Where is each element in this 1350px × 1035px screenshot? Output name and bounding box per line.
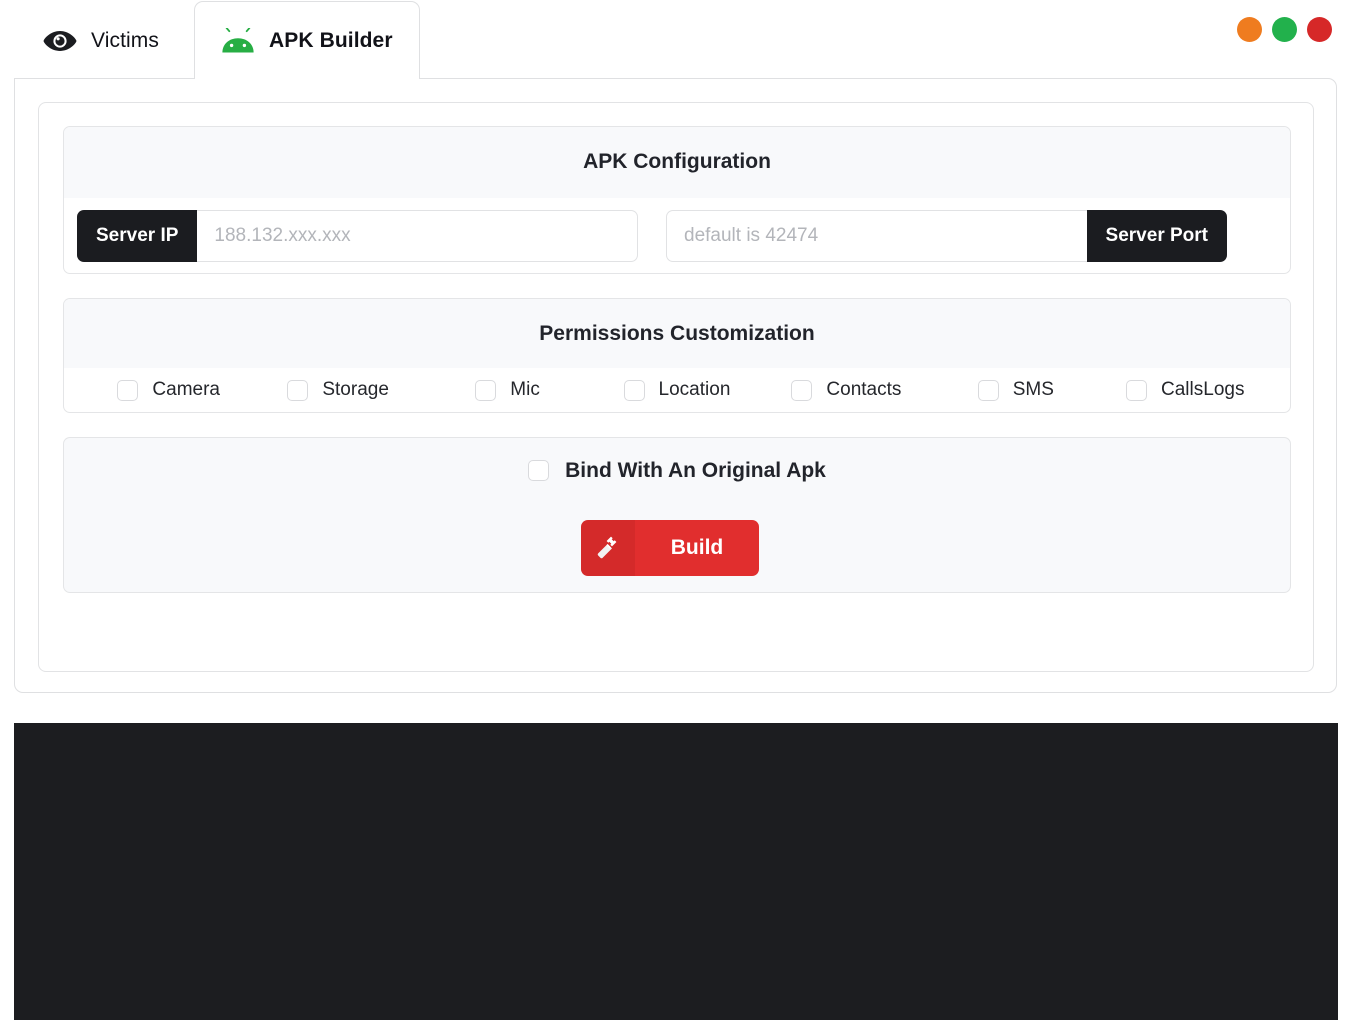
tab-victims[interactable]: Victims (16, 1, 186, 79)
build-row: Build (63, 503, 1291, 593)
permission-mic[interactable]: Mic (423, 379, 592, 401)
permission-mic-checkbox[interactable] (475, 380, 496, 401)
bind-apk-label: Bind With An Original Apk (565, 459, 826, 483)
permission-callslogs-checkbox[interactable] (1126, 380, 1147, 401)
minimize-button[interactable] (1237, 17, 1262, 42)
permission-sms[interactable]: SMS (931, 379, 1100, 401)
server-ip-input[interactable] (197, 210, 638, 262)
build-button[interactable]: Build (581, 520, 760, 576)
permission-sms-label: SMS (1013, 379, 1054, 401)
permission-storage-checkbox[interactable] (287, 380, 308, 401)
permission-callslogs[interactable]: CallsLogs (1101, 379, 1270, 401)
builder-card: APK Configuration Server IP Server Port … (38, 102, 1314, 672)
bind-apk-row: Bind With An Original Apk (64, 438, 1290, 503)
eye-icon (43, 29, 77, 53)
server-ip-group: Server IP (77, 210, 638, 262)
tab-apk-builder[interactable]: APK Builder (194, 1, 420, 79)
build-button-label: Build (635, 520, 760, 576)
bind-apk-checkbox[interactable] (528, 460, 549, 481)
server-port-group: Server Port (666, 210, 1227, 262)
bind-apk-section: Bind With An Original Apk (63, 437, 1291, 503)
apk-configuration-title: APK Configuration (64, 127, 1290, 197)
server-ip-label: Server IP (77, 210, 197, 262)
permission-contacts-checkbox[interactable] (791, 380, 812, 401)
android-icon (221, 28, 255, 54)
permission-camera-label: Camera (152, 379, 220, 401)
permission-callslogs-label: CallsLogs (1161, 379, 1244, 401)
permission-location-label: Location (659, 379, 731, 401)
permission-contacts[interactable]: Contacts (762, 379, 931, 401)
permission-location[interactable]: Location (592, 379, 761, 401)
hammer-icon (581, 520, 635, 576)
permission-contacts-label: Contacts (826, 379, 901, 401)
permission-camera-checkbox[interactable] (117, 380, 138, 401)
server-port-input[interactable] (666, 210, 1087, 262)
console-output (14, 723, 1338, 1020)
tab-apk-builder-label: APK Builder (269, 29, 393, 53)
permission-mic-label: Mic (510, 379, 540, 401)
permission-camera[interactable]: Camera (84, 379, 253, 401)
maximize-button[interactable] (1272, 17, 1297, 42)
permission-storage-label: Storage (322, 379, 389, 401)
apk-configuration-section: APK Configuration (63, 126, 1291, 198)
apk-builder-panel: APK Configuration Server IP Server Port … (14, 78, 1337, 693)
tab-bar: Victims APK Builder (0, 0, 1350, 79)
server-config-row: Server IP Server Port (63, 198, 1291, 274)
permission-location-checkbox[interactable] (624, 380, 645, 401)
permissions-row: Camera Storage Mic Location Contacts SMS (63, 368, 1291, 413)
permissions-section: Permissions Customization (63, 298, 1291, 368)
tab-victims-label: Victims (91, 29, 159, 53)
close-button[interactable] (1307, 17, 1332, 42)
server-port-label: Server Port (1087, 210, 1227, 262)
permission-sms-checkbox[interactable] (978, 380, 999, 401)
permission-storage[interactable]: Storage (253, 379, 422, 401)
window-controls (1237, 17, 1332, 42)
permissions-title: Permissions Customization (64, 299, 1290, 368)
